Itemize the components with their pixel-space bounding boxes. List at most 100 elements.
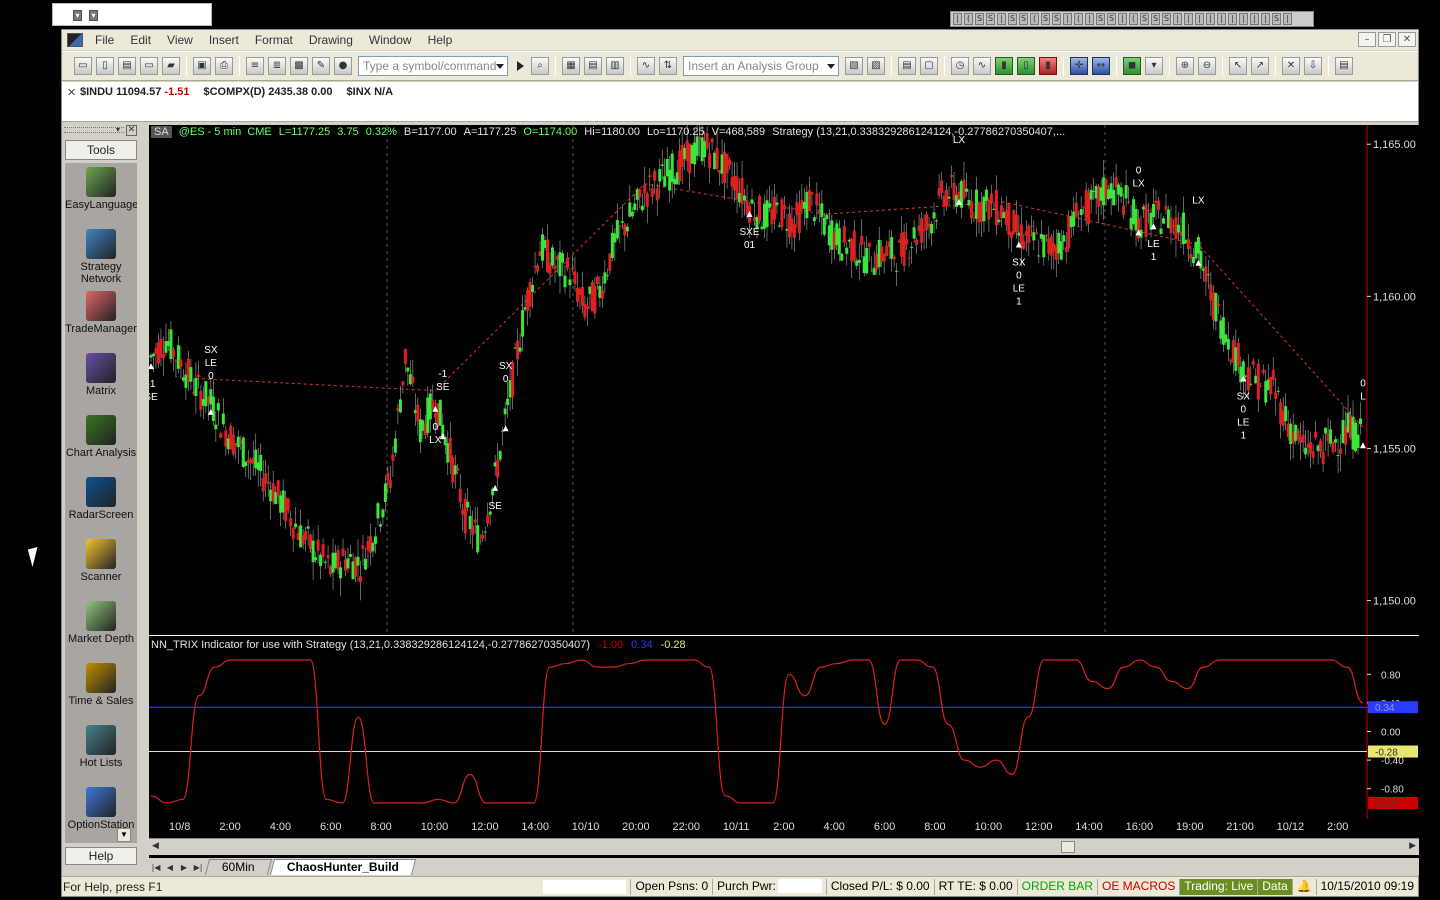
menu-insert[interactable]: Insert — [201, 30, 247, 50]
chevron-down-icon[interactable] — [496, 64, 504, 69]
scroll-right-icon[interactable]: ▶ — [1409, 841, 1416, 851]
status-oe-macros[interactable]: OE MACROS — [1096, 878, 1179, 895]
tool-item[interactable]: Matrix — [65, 349, 137, 411]
quick-launch-button[interactable]: | — [953, 13, 962, 25]
menu-format[interactable]: Format — [247, 30, 301, 50]
quick-launch-button[interactable]: | — [1228, 13, 1237, 25]
crosshair-icon[interactable]: ✛ — [1070, 57, 1088, 75]
sa-badge[interactable]: SA — [151, 126, 172, 138]
quick-launch-button[interactable]: S — [1019, 13, 1028, 25]
quick-launch-button[interactable]: S — [1041, 13, 1050, 25]
grid-icon[interactable]: ▥ — [606, 57, 624, 75]
quick-launch-button[interactable]: S — [1272, 13, 1281, 25]
window-link-icon[interactable]: ≡ — [246, 57, 264, 75]
folder-icon[interactable]: ▰ — [162, 57, 180, 75]
quick-launch-button[interactable]: | — [1195, 13, 1204, 25]
ticker-compx[interactable]: $COMPX(D) 2435.38 0.00 — [204, 86, 333, 98]
print-preview-icon[interactable]: ▣ — [193, 57, 211, 75]
tool-item[interactable]: RadarScreen — [65, 473, 137, 535]
restore-icon[interactable]: ❐ — [1378, 32, 1396, 47]
notes-icon[interactable]: ▤ — [1335, 57, 1353, 75]
format-icon[interactable]: ▤ — [584, 57, 602, 75]
quick-launch-button[interactable]: | — [1184, 13, 1193, 25]
line-chart-icon[interactable]: ▮ — [1039, 57, 1057, 75]
pointer-icon[interactable]: ↖ — [1229, 57, 1247, 75]
price-chart-svg[interactable]: 1,165.00 1,160.00 1,155.00 1,150.00 -1 SE SX LE… — [149, 125, 1419, 635]
quick-launch-button[interactable]: ( — [964, 13, 973, 25]
quick-launch-button[interactable]: | — [1250, 13, 1259, 25]
format-window-icon[interactable]: ≣ — [268, 57, 286, 75]
quick-launch-button[interactable]: ( — [1030, 13, 1039, 25]
status-order-bar[interactable]: ORDER BAR — [1016, 878, 1097, 895]
chevron-down-icon[interactable] — [827, 64, 835, 69]
status-closed-pl[interactable]: Closed P/L: $ 0.00 — [825, 878, 934, 895]
chart-window-icon[interactable]: ▤ — [898, 57, 916, 75]
menu-view[interactable]: View — [159, 30, 201, 50]
color-icon[interactable]: ◼ — [1123, 57, 1141, 75]
close-icon[interactable]: ✕ — [67, 86, 76, 99]
chevron-down-icon[interactable]: ▼ — [117, 828, 131, 842]
menu-drawing[interactable]: Drawing — [301, 30, 361, 50]
menu-edit[interactable]: Edit — [122, 30, 159, 50]
tool-item[interactable]: TradeManager — [65, 287, 137, 349]
quick-launch-bar[interactable]: |(S S | S S(S S |(| S S |(S S S | | | | | | | | | S | — [950, 11, 1314, 27]
tools-help-tab[interactable]: Help — [65, 847, 137, 865]
status-open-positions[interactable]: Open Psns: 0 — [630, 878, 712, 895]
layout-icon[interactable]: ▢ — [920, 57, 938, 75]
chevron-down-icon[interactable]: ▾ — [116, 125, 120, 134]
tool-item[interactable]: Strategy Network — [65, 225, 137, 287]
tool-item[interactable]: Chart Analysis — [65, 411, 137, 473]
quick-launch-button[interactable]: S — [1096, 13, 1105, 25]
tray-button[interactable]: ▾ — [89, 10, 98, 21]
close-icon[interactable]: ✕ — [126, 125, 137, 136]
first-tab-icon[interactable]: |◀ — [149, 861, 163, 875]
tools-icon[interactable]: ✕ — [1282, 57, 1300, 75]
wand-icon[interactable]: ✎ — [312, 57, 330, 75]
taskbar-strip[interactable]: ▾ ▾ — [52, 3, 212, 26]
indicator-panel[interactable]: 0.800.400.00-0.40-0.800.34-0.28-1.00 NN_… — [149, 635, 1419, 819]
analysis-group-input[interactable]: Insert an Analysis Group — [683, 56, 839, 76]
quick-launch-button[interactable]: ( — [1129, 13, 1138, 25]
scroll-left-icon[interactable]: ◀ — [152, 841, 159, 851]
minimize-icon[interactable]: – — [1358, 32, 1376, 47]
quick-launch-button[interactable]: S — [1008, 13, 1017, 25]
quick-launch-button[interactable]: S — [986, 13, 995, 25]
quick-launch-button[interactable]: S — [1107, 13, 1116, 25]
menu-help[interactable]: Help — [420, 30, 461, 50]
quick-launch-button[interactable]: | — [1085, 13, 1094, 25]
quick-launch-button[interactable]: S — [975, 13, 984, 25]
tool-item[interactable]: Time & Sales — [65, 659, 137, 721]
tool-item[interactable]: EasyLanguage — [65, 163, 137, 225]
price-panel[interactable]: 1,165.00 1,160.00 1,155.00 1,150.00 -1 SE SX LE… — [149, 125, 1419, 635]
bar-chart-icon[interactable]: ▮ — [995, 57, 1013, 75]
ticker-inx[interactable]: $INX N/A — [347, 86, 393, 98]
zoom-in-icon[interactable]: ⊕ — [1176, 57, 1194, 75]
open-icon[interactable]: ▤ — [118, 57, 136, 75]
bell-icon[interactable]: 🔔 — [1291, 878, 1316, 895]
chart-window[interactable]: 1,165.00 1,160.00 1,155.00 1,150.00 -1 SE SX LE… — [149, 125, 1419, 873]
menu-window[interactable]: Window — [361, 30, 420, 50]
horizontal-scrollbar[interactable]: ◀ ▶ — [149, 838, 1419, 855]
quick-launch-button[interactable]: | — [1217, 13, 1226, 25]
drawing-object-icon[interactable]: ↗ — [1251, 57, 1269, 75]
status-rt-te[interactable]: RT TE: $ 0.00 — [933, 878, 1017, 895]
quick-launch-button[interactable]: ( — [1074, 13, 1083, 25]
prev-tab-icon[interactable]: ◀ — [163, 861, 177, 875]
menu-file[interactable]: File — [87, 30, 122, 50]
scroll-thumb[interactable] — [1061, 841, 1075, 853]
quick-launch-button[interactable]: | — [1283, 13, 1292, 25]
quick-launch-button[interactable]: S — [1162, 13, 1171, 25]
next-tab-icon[interactable]: ▶ — [177, 861, 191, 875]
expand-icon[interactable]: ↔ — [1092, 57, 1110, 75]
tray-button[interactable]: ▾ — [73, 10, 82, 21]
quick-launch-button[interactable]: | — [1239, 13, 1248, 25]
symbol-lookup-icon[interactable]: ⌕ — [531, 57, 549, 75]
quick-launch-button[interactable]: | — [1261, 13, 1270, 25]
indicator-chart-svg[interactable]: 0.800.400.00-0.40-0.800.34-0.28-1.00 — [149, 636, 1419, 819]
close-icon[interactable]: ✕ — [1398, 32, 1416, 47]
tab-chaoshunter-build[interactable]: ChaosHunter_Build — [269, 859, 416, 875]
quick-launch-button[interactable]: | — [1173, 13, 1182, 25]
insert-indicator-icon[interactable]: ▧ — [845, 57, 863, 75]
go-arrow-icon[interactable] — [517, 61, 524, 71]
last-tab-icon[interactable]: ▶| — [191, 861, 205, 875]
